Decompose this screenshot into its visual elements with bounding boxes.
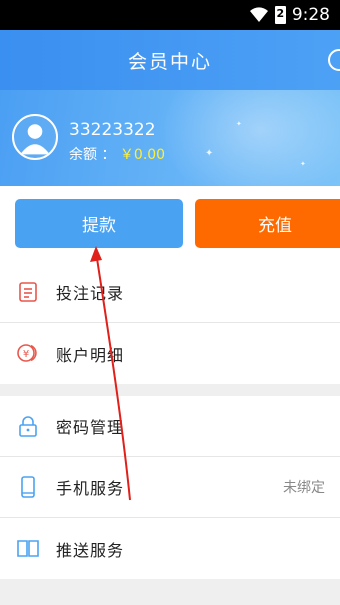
balance-amount: ￥0.00 [119,147,166,163]
balance-label: 余额 [69,147,97,163]
header-action-icon[interactable] [328,49,340,71]
menu-label: 投注记录 [56,284,125,303]
menu-item-betting-records[interactable]: 投注记录 [0,262,340,323]
menu-label: 账户明细 [56,345,125,365]
lock-icon [16,414,40,438]
username: 33223322 [69,120,156,140]
svg-text:¥: ¥ [23,349,29,360]
page-title: 会员中心 [127,50,212,73]
balance-separator: ： [101,147,116,163]
banner-glow [150,90,340,186]
menu-label: 密码管理 [56,418,125,437]
wifi-icon [249,7,269,23]
menu-item-account-details[interactable]: ¥ 账户明细 [0,323,340,384]
menu-item-push-service[interactable]: 推送服务 [0,518,340,579]
menu-label: 推送服务 [56,540,125,560]
withdraw-button[interactable]: 提款 [15,199,183,248]
phone-icon [16,475,40,499]
clock-time: 9:28 [291,5,330,25]
betting-record-icon [16,280,40,304]
book-icon [16,536,40,560]
battery-icon: 2 [274,6,286,24]
phone-binding-status: 未绑定 [283,480,325,496]
menu-group-settings: 密码管理 手机服务 未绑定 推送服务 [0,396,340,579]
profile-banner: ✦ ✦ ✦ 33223322 余额 ： ￥0.00 [0,90,340,186]
sparkle-icon: ✦ [300,160,306,168]
avatar[interactable] [12,114,58,160]
yen-coin-icon: ¥ [16,341,40,365]
menu-group-records: 投注记录 ¥ 账户明细 [0,262,340,384]
sparkle-icon: ✦ [236,120,242,128]
sparkle-icon: ✦ [205,148,214,159]
status-bar: 2 9:28 [0,0,340,30]
balance-row: 余额 ： ￥0.00 [69,144,165,164]
menu-label: 手机服务 [56,479,125,498]
menu-item-phone-service[interactable]: 手机服务 未绑定 [0,457,340,518]
header-bar: 会员中心 [0,30,340,90]
recharge-button[interactable]: 充值 [195,199,340,248]
battery-level-label: 2 [276,7,285,20]
user-avatar-icon [20,124,50,155]
menu-item-password[interactable]: 密码管理 [0,396,340,457]
action-buttons: 提款 充值 [0,186,340,262]
